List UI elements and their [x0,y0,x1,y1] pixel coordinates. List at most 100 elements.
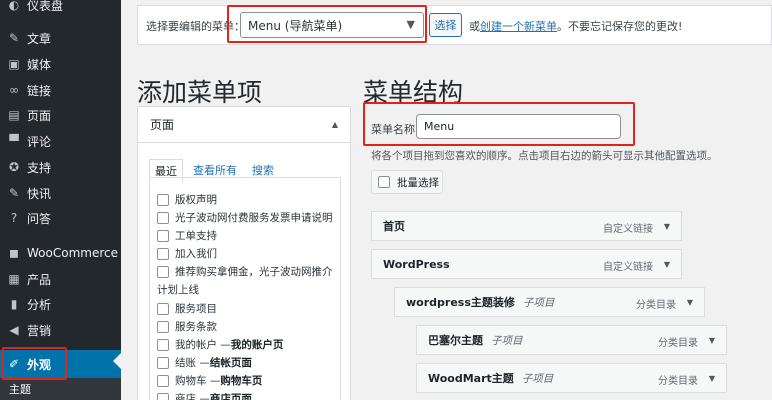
menu-select-dropdown[interactable]: Menu (导航菜单) ▼ [240,12,424,38]
pages-panel-header[interactable]: 页面 ▲ [138,107,350,143]
page-checkbox-item[interactable]: 推荐购买拿佣金，光子波动网推介 [157,264,333,279]
sidebar-item-news[interactable]: ✎ 快讯 [0,181,121,205]
checkbox[interactable] [157,320,169,333]
menu-item-title: WordPress [383,257,450,271]
bulk-select-label: 批量选择 [397,176,439,189]
page-label-wrap: 计划上线 [157,284,199,296]
woocommerce-icon: ◼ [9,246,19,260]
support-icon: ✪ [8,160,20,174]
checkbox[interactable] [157,392,169,400]
menu-select-label: 选择要编辑的菜单： [146,20,245,33]
menu-item-subtag: 子项目 [522,296,555,309]
checkbox[interactable] [378,176,390,188]
sidebar-item-analytics[interactable]: ▮ 分析 [0,292,121,316]
sidebar-item-label: 仪表盘 [27,0,64,13]
link-icon: ∞ [9,83,19,97]
bulk-select-button[interactable]: 批量选择 [371,170,443,194]
sidebar-item-label: 媒体 [27,57,52,72]
expand-arrow-icon[interactable]: ▼ [664,222,670,231]
collapse-caret-icon[interactable]: ▲ [332,120,338,129]
sidebar-item-links[interactable]: ∞ 链接 [0,78,121,102]
page-label: 服务条款 [175,321,217,333]
sidebar-item-pages[interactable]: ▤ 页面 [0,103,121,127]
page-checkbox-item[interactable]: 加入我们 [157,246,217,261]
menu-select-value: Menu (导航菜单) [248,18,343,33]
checkbox[interactable] [157,374,169,387]
page-label: 光子波动网付费服务发票申请说明 [175,212,333,224]
checkbox[interactable] [157,265,169,278]
page-checkbox-item[interactable]: 服务条款 [157,319,217,334]
admin-sidebar: ◐ 仪表盘 ✎ 文章 ▣ 媒体 ∞ 链接 ▤ 页面 ▀ 评论 ✪ 支持 ✎ 快讯… [0,0,121,400]
menu-item-title: 巴塞尔主题 [428,334,483,347]
hint-suffix: 。不要忘记保存您的更改! [557,20,683,33]
sidebar-item-media[interactable]: ▣ 媒体 [0,52,121,76]
sidebar-item-support[interactable]: ✪ 支持 [0,155,121,179]
sidebar-item-label: 问答 [27,211,52,226]
menu-item-title: wordpress主题装修 [406,296,515,309]
page-checkbox-item[interactable]: 商店 — 商店页面 [157,391,252,400]
page-checkbox-item[interactable]: 购物车 — 购物车页 [157,373,262,388]
page-label: 版权声明 [175,194,217,206]
active-menu-arrow [113,353,121,369]
checkbox[interactable] [157,247,169,260]
expand-arrow-icon[interactable]: ▼ [664,260,670,269]
menu-item-subtag: 子项目 [521,372,554,385]
sidebar-item-label: 支持 [27,160,52,175]
media-icon: ▣ [8,57,20,71]
checkbox[interactable] [157,338,169,351]
sidebar-item-appearance[interactable]: ✐ 外观 [0,350,121,378]
sidebar-item-label: WooCommerce [27,246,118,260]
pin-icon: ✎ [8,186,20,200]
comment-icon: ▀ [9,134,19,148]
menu-item-title: WoodMart主题 [428,372,514,385]
select-menu-button[interactable]: 选择 [429,13,462,37]
sidebar-item-marketing[interactable]: ◀ 营销 [0,318,121,342]
menu-item-wordpress[interactable]: WordPress 自定义链接 ▼ [371,249,682,279]
menu-item-wordpress-theme[interactable]: wordpress主题装修 子项目 分类目录 ▼ [394,287,705,317]
checkbox[interactable] [157,193,169,206]
checkbox[interactable] [157,211,169,224]
sidebar-item-label: 营销 [27,323,52,338]
menu-item-woodmart-theme[interactable]: WoodMart主题 子项目 分类目录 ▼ [416,363,727,393]
checkbox[interactable] [157,229,169,242]
sidebar-item-label: 链接 [27,83,52,98]
menu-structure-heading: 菜单结构 [363,78,464,107]
sidebar-subitem-themes[interactable]: 主题 [0,378,121,400]
menu-name-input[interactable]: Menu [416,114,621,139]
create-new-menu-link[interactable]: 创建一个新菜单 [480,20,557,33]
checkbox[interactable] [157,302,169,315]
page-label: 工单支持 [175,230,217,242]
sidebar-item-label: 评论 [27,134,52,149]
page-icon: ▤ [8,108,20,122]
page-label: 购物车 — [175,375,221,387]
menu-select-bar: 选择要编辑的菜单： Menu (导航菜单) ▼ 选择 或创建一个新菜单。不要忘记… [137,5,772,45]
page-checkbox-item[interactable]: 工单支持 [157,228,217,243]
checkbox[interactable] [157,356,169,369]
menu-item-type: 分类目录 [636,300,676,311]
page-checkbox-item[interactable]: 光子波动网付费服务发票申请说明 [157,210,333,225]
dashboard-icon: ◐ [8,0,20,12]
menu-item-home[interactable]: 首页 自定义链接 ▼ [371,211,682,241]
page-checkbox-item[interactable]: 服务项目 [157,301,217,316]
page-checkbox-item[interactable]: 我的帐户 — 我的账户页 [157,337,283,352]
pin-icon: ✎ [8,31,20,45]
page-checkbox-item[interactable]: 版权声明 [157,192,217,207]
sidebar-subitem-label: 主题 [9,383,31,396]
expand-arrow-icon[interactable]: ▼ [687,298,693,307]
menu-item-type: 自定义链接 [603,224,653,235]
sidebar-item-woocommerce[interactable]: ◼ WooCommerce [0,241,121,265]
page-label: 结账 — [175,357,210,369]
page-checkbox-item[interactable]: 结账 — 结帐页面 [157,355,252,370]
menu-item-basel-theme[interactable]: 巴塞尔主题 子项目 分类目录 ▼ [416,325,727,355]
sidebar-item-posts[interactable]: ✎ 文章 [0,26,121,50]
sidebar-item-products[interactable]: ▦ 产品 [0,267,121,291]
sidebar-item-label: 快讯 [27,186,52,201]
sidebar-item-qa[interactable]: ? 问答 [0,206,121,230]
page-label: 服务项目 [175,303,217,315]
expand-arrow-icon[interactable]: ▼ [709,374,715,383]
sidebar-item-dashboard[interactable]: ◐ 仪表盘 [0,0,121,17]
expand-arrow-icon[interactable]: ▼ [709,336,715,345]
sidebar-item-label: 文章 [27,31,52,46]
sidebar-item-comments[interactable]: ▀ 评论 [0,129,121,153]
question-icon: ? [10,211,18,225]
